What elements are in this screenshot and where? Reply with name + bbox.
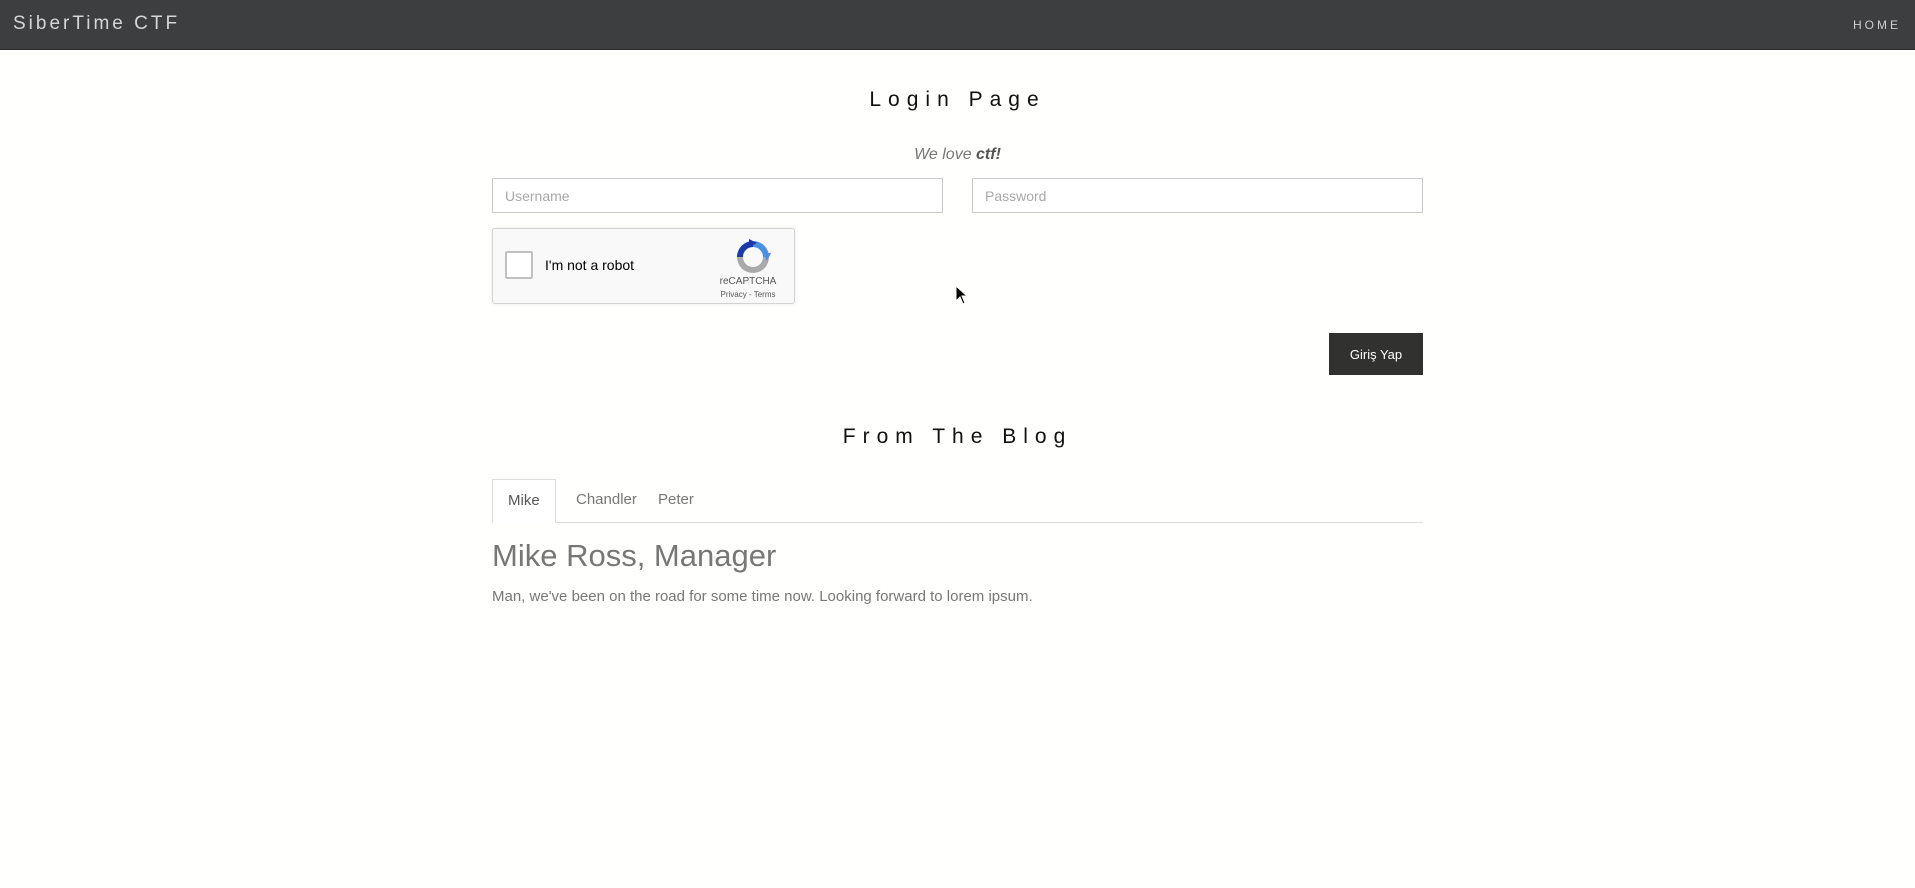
recaptcha-privacy-terms-links[interactable]: Privacy - Terms [703, 290, 793, 299]
mouse-cursor-icon [955, 285, 969, 305]
login-page-title: Login Page [869, 88, 1046, 111]
blog-post-text: Man, we've been on the road for some tim… [492, 588, 1033, 605]
blog-tabs: Mike Chandler Peter [492, 479, 1423, 523]
recaptcha-checkbox[interactable] [505, 251, 533, 279]
nav-home-link[interactable]: HOME [1853, 18, 1901, 32]
tab-mike[interactable]: Mike [492, 479, 556, 523]
username-input[interactable] [492, 178, 943, 213]
brand-logo-link[interactable]: SiberTime CTF [13, 13, 180, 35]
recaptcha-label: I'm not a robot [545, 257, 635, 273]
password-input[interactable] [972, 178, 1423, 213]
tab-chandler[interactable]: Chandler [561, 479, 652, 522]
login-submit-button[interactable]: Giriş Yap [1329, 333, 1423, 375]
tagline-bold: ctf! [976, 146, 1001, 163]
recaptcha-widget: I'm not a robot reCAPTCHA Privacy - Term… [492, 228, 795, 304]
blog-section-title: From The Blog [842, 425, 1073, 448]
recaptcha-logo-icon [737, 239, 771, 273]
top-navbar: SiberTime CTF HOME [0, 0, 1915, 50]
login-tagline: We love ctf! [0, 146, 1915, 164]
blog-post-heading: Mike Ross, Manager [492, 538, 777, 573]
tagline-prefix: We love [914, 146, 977, 163]
recaptcha-brand-text: reCAPTCHA [719, 276, 777, 287]
tab-peter[interactable]: Peter [643, 479, 709, 522]
